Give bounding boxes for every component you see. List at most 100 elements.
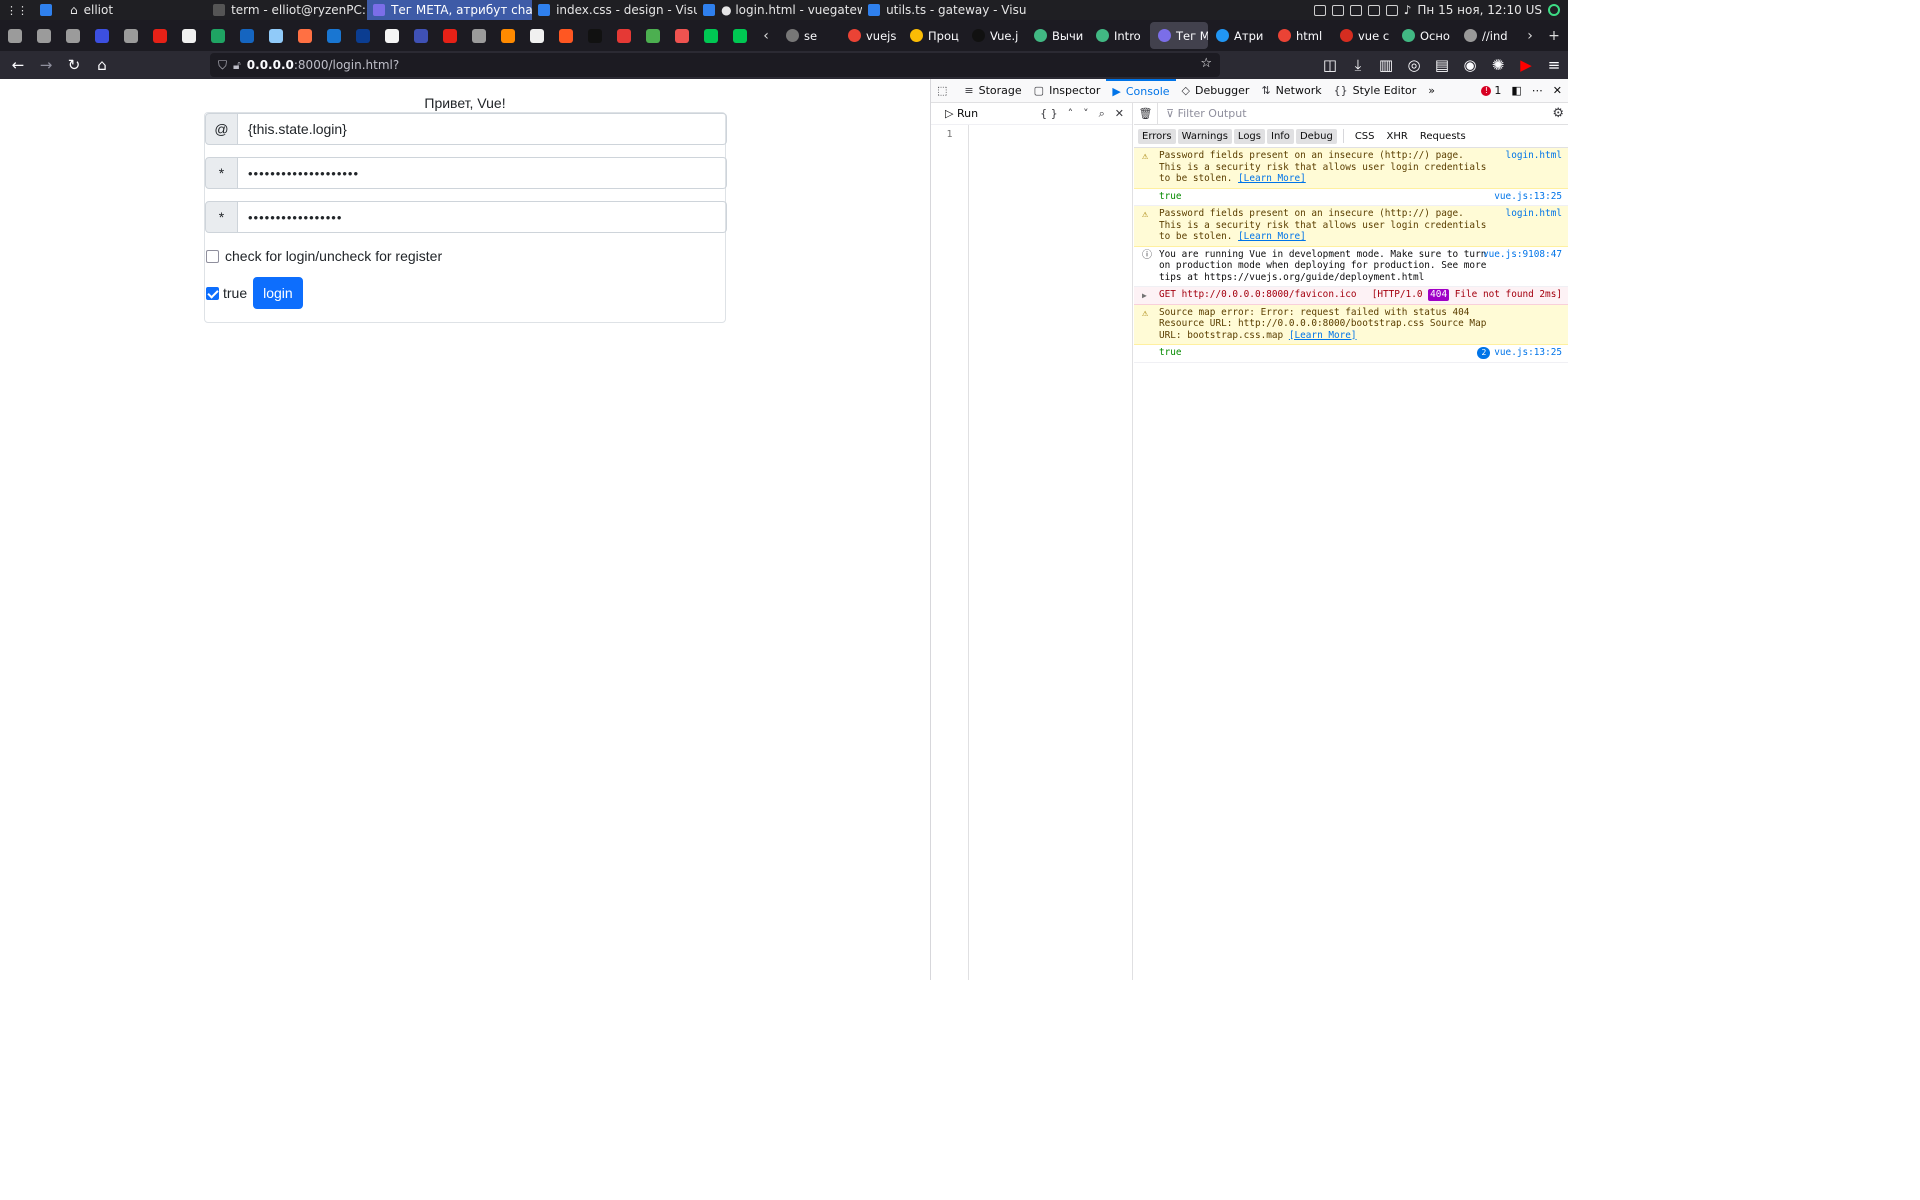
- filter-errors[interactable]: Errors: [1138, 128, 1176, 144]
- pinned-tab[interactable]: [725, 20, 754, 51]
- confirm-password-input[interactable]: •••••••••••••••••: [238, 201, 727, 233]
- console-message[interactable]: true 2 vue.js:13:25: [1134, 345, 1568, 363]
- pinned-tab[interactable]: [87, 20, 116, 51]
- devtools-tab-style-editor[interactable]: {} Style Editor: [1328, 79, 1423, 103]
- message-source-link[interactable]: vue.js:13:25: [1494, 191, 1562, 203]
- message-source-link[interactable]: login.html: [1506, 208, 1562, 220]
- pinned-tab[interactable]: [377, 20, 406, 51]
- clock[interactable]: Пн 15 ноя, 12:10 US: [1417, 3, 1542, 17]
- pinned-tab[interactable]: [319, 20, 348, 51]
- browser-tab[interactable]: vuejs: [840, 22, 902, 49]
- devtools-tab-console[interactable]: ▶ Console: [1106, 78, 1176, 103]
- volume-icon[interactable]: ♪: [1404, 3, 1412, 17]
- filter-logs[interactable]: Logs: [1233, 128, 1265, 144]
- true-checkbox[interactable]: [206, 286, 219, 300]
- browser-tab[interactable]: Атри: [1208, 22, 1270, 49]
- taskbar-window[interactable]: index.css - design - Visual...: [532, 0, 697, 20]
- console-message[interactable]: ▶ GET http://0.0.0.0:8000/favicon.ico [HTT…: [1134, 287, 1568, 305]
- more-options-icon[interactable]: ⋯: [1532, 84, 1543, 97]
- home-folder-button[interactable]: ⌂ elliot: [64, 0, 119, 20]
- forward-button[interactable]: →: [32, 51, 60, 79]
- insecure-lock-icon[interactable]: 🔓︎: [233, 58, 241, 73]
- clipboard-icon[interactable]: [1313, 4, 1326, 16]
- console-message[interactable]: ⚠ Password fields present on an insecure …: [1134, 206, 1568, 247]
- devtools-tab-network[interactable]: ⇅ Network: [1255, 79, 1327, 103]
- learn-more-link[interactable]: [Learn More]: [1238, 173, 1306, 184]
- browser-tab[interactable]: //ind: [1456, 22, 1518, 49]
- console-message[interactable]: ⚠ Password fields present on an insecure …: [1134, 148, 1568, 189]
- app-grid-button[interactable]: ⋮⋮: [0, 0, 34, 20]
- console-message[interactable]: ⓘ You are running Vue in development mode…: [1134, 247, 1568, 287]
- reader-icon[interactable]: ▤: [1428, 51, 1456, 79]
- filter-requests[interactable]: Requests: [1415, 129, 1471, 144]
- element-picker-button[interactable]: ⬚: [931, 79, 958, 103]
- youtube-extension-icon[interactable]: ▶: [1512, 51, 1540, 79]
- learn-more-link[interactable]: [Learn More]: [1238, 231, 1306, 242]
- pocket-icon[interactable]: ◫: [1316, 51, 1344, 79]
- taskbar-window[interactable]: ● login.html - vuegateway...: [697, 0, 862, 20]
- login-button[interactable]: login: [253, 277, 303, 309]
- desktop-button[interactable]: [34, 0, 64, 20]
- browser-tab[interactable]: html: [1270, 22, 1332, 49]
- filter-info[interactable]: Info: [1267, 128, 1294, 144]
- pinned-tab[interactable]: [464, 20, 493, 51]
- shield-icon[interactable]: ⛉: [218, 58, 227, 73]
- browser-tab[interactable]: vue c: [1332, 22, 1394, 49]
- pinned-tab[interactable]: [0, 20, 29, 51]
- browser-tab[interactable]: Intro: [1088, 22, 1150, 49]
- pinned-tab[interactable]: [493, 20, 522, 51]
- more-tools-button[interactable]: »: [1422, 79, 1441, 103]
- pinned-tab[interactable]: [667, 20, 696, 51]
- pinned-tab[interactable]: [203, 20, 232, 51]
- pinned-tab[interactable]: [696, 20, 725, 51]
- library-icon[interactable]: ▥: [1372, 51, 1400, 79]
- history-down-icon[interactable]: ˅: [1083, 107, 1089, 121]
- search-icon[interactable]: ⌕: [1099, 107, 1105, 121]
- console-message[interactable]: true vue.js:13:25: [1134, 189, 1568, 206]
- error-count[interactable]: ! 1: [1481, 84, 1501, 97]
- extension-icon[interactable]: ◉: [1456, 51, 1484, 79]
- pinned-tab[interactable]: [29, 20, 58, 51]
- list-all-tabs-icon[interactable]: ⌄: [1566, 28, 1568, 44]
- filter-warnings[interactable]: Warnings: [1177, 128, 1232, 144]
- browser-tab[interactable]: Вычи: [1026, 22, 1088, 49]
- clear-console-icon[interactable]: 🗑︎: [1134, 102, 1158, 125]
- learn-more-link[interactable]: [Learn More]: [1289, 330, 1357, 341]
- dock-icon[interactable]: ◧: [1511, 84, 1521, 97]
- devtools-tab-debugger[interactable]: ◇ Debugger: [1176, 79, 1256, 103]
- console-settings-icon[interactable]: ⚙: [1552, 106, 1568, 121]
- register-checkbox[interactable]: [206, 249, 219, 263]
- message-source-link[interactable]: vue.js:9108:47: [1483, 249, 1562, 261]
- pinned-tab[interactable]: [116, 20, 145, 51]
- cloud-icon[interactable]: [1349, 4, 1362, 16]
- pinned-tab[interactable]: [232, 20, 261, 51]
- taskbar-window[interactable]: term - elliot@ryzenPC: ~: [207, 0, 367, 20]
- history-up-icon[interactable]: ˄: [1068, 107, 1074, 121]
- message-source-link[interactable]: login.html: [1506, 150, 1562, 162]
- pretty-print-icon[interactable]: { }: [1040, 107, 1058, 121]
- pinned-tab[interactable]: [58, 20, 87, 51]
- login-input[interactable]: {this.state.login}: [238, 113, 727, 145]
- reload-button[interactable]: ↻: [60, 51, 88, 79]
- screen-icon[interactable]: [1331, 4, 1344, 16]
- devtools-tab-inspector[interactable]: ▢ Inspector: [1028, 79, 1107, 103]
- devtools-tab-storage[interactable]: ≡ Storage: [958, 79, 1027, 103]
- pinned-tab[interactable]: [522, 20, 551, 51]
- browser-tab[interactable]: Проц: [902, 22, 964, 49]
- filter-input[interactable]: ⊽ Filter Output: [1166, 107, 1247, 120]
- close-devtools-icon[interactable]: ✕: [1553, 84, 1562, 97]
- network-icon[interactable]: [1367, 4, 1380, 16]
- bluetooth-icon[interactable]: [1385, 4, 1398, 16]
- sync-icon[interactable]: ◎: [1400, 51, 1428, 79]
- back-button[interactable]: ←: [4, 51, 32, 79]
- pinned-tab[interactable]: [290, 20, 319, 51]
- pinned-tab[interactable]: [145, 20, 174, 51]
- downloads-icon[interactable]: ⤓: [1344, 51, 1372, 79]
- filter-css[interactable]: CSS: [1350, 129, 1380, 144]
- tab-selected[interactable]: Тег ME✕: [1150, 22, 1208, 49]
- power-icon[interactable]: [1548, 4, 1560, 16]
- browser-tab[interactable]: se: [778, 22, 840, 49]
- run-button[interactable]: ▷ Run: [945, 107, 978, 120]
- pinned-tab[interactable]: [580, 20, 609, 51]
- url-bar[interactable]: ⛉ 🔓︎ 0.0.0.0:8000/login.html? ☆: [210, 53, 1220, 77]
